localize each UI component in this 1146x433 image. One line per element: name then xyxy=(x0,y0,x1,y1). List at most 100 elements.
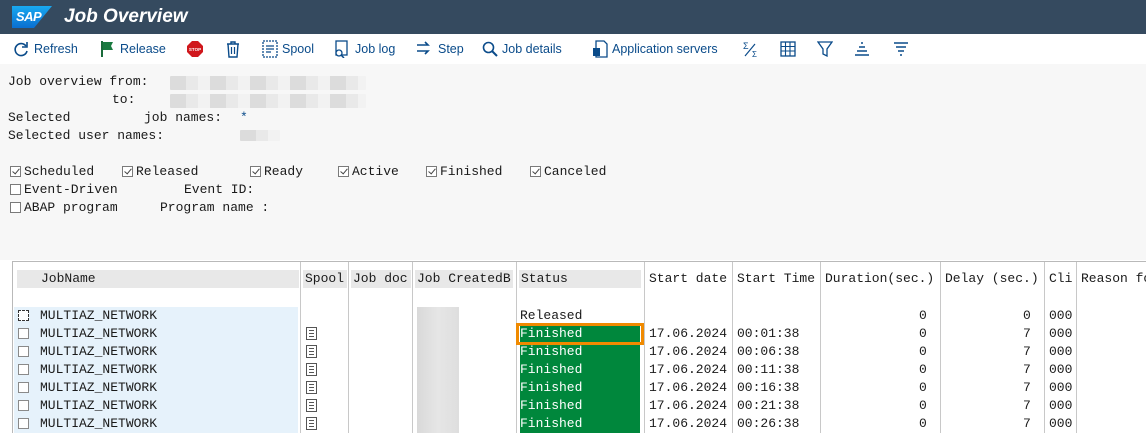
active-checkbox[interactable] xyxy=(338,166,349,177)
stop-icon[interactable]: STOP xyxy=(186,40,204,58)
column-header-start-time[interactable]: Start Time xyxy=(737,270,815,288)
application-toolbar: Refresh Release STOP Spool Job log Step … xyxy=(0,34,1146,65)
start-time-cell: 00:01:38 xyxy=(737,326,800,341)
column-header-status[interactable]: Status xyxy=(521,270,568,288)
column-header-client[interactable]: Cli xyxy=(1049,270,1072,288)
abap-program-label: ABAP program xyxy=(24,200,118,215)
redacted-to-date xyxy=(170,94,366,108)
start-time-cell: 00:26:38 xyxy=(737,416,800,431)
sum-icon[interactable]: ΣΣ xyxy=(741,40,759,58)
abap-program-checkbox[interactable] xyxy=(10,202,21,213)
status-cell[interactable]: Finished xyxy=(520,379,640,397)
selected-user-names-label: Selected user names: xyxy=(8,128,165,143)
job-name-cell[interactable]: MULTIAZ_NETWORK xyxy=(40,307,157,325)
job-list-table: JobName Spool Job doc Job CreatedB Statu… xyxy=(12,261,1146,433)
start-date-cell: 17.06.2024 xyxy=(649,416,728,431)
refresh-button[interactable]: Refresh xyxy=(12,39,78,59)
magnifier-icon xyxy=(482,41,498,57)
job-name-cell[interactable]: MULTIAZ_NETWORK xyxy=(40,343,157,361)
released-label: Released xyxy=(136,164,199,179)
ready-checkbox[interactable] xyxy=(250,166,261,177)
start-date-cell: 17.06.2024 xyxy=(649,344,728,359)
column-header-job-doc[interactable]: Job doc xyxy=(353,270,408,288)
job-name-cell[interactable]: MULTIAZ_NETWORK xyxy=(40,379,157,397)
sort-descending-icon[interactable] xyxy=(892,40,910,58)
refresh-icon xyxy=(14,42,28,57)
spool-list-icon[interactable] xyxy=(306,363,317,376)
client-cell: 000 xyxy=(1049,344,1073,359)
table-row[interactable]: MULTIAZ_NETWORK Finished 17.06.2024 00:0… xyxy=(13,343,1146,361)
client-cell: 000 xyxy=(1049,326,1073,341)
application-servers-button[interactable]: Application servers xyxy=(592,39,718,59)
duration-cell: 0 xyxy=(919,416,927,431)
column-header-start-date[interactable]: Start date xyxy=(649,270,727,288)
client-cell: 000 xyxy=(1049,308,1073,323)
status-cell[interactable]: Finished xyxy=(520,361,640,379)
job-details-button[interactable]: Job details xyxy=(482,39,562,59)
start-time-cell: 00:21:38 xyxy=(737,398,800,413)
delay-cell: 7 xyxy=(1023,416,1031,431)
row-select-checkbox[interactable] xyxy=(18,328,29,339)
table-row[interactable]: MULTIAZ_NETWORK Finished 17.06.2024 00:1… xyxy=(13,361,1146,379)
client-cell: 000 xyxy=(1049,398,1073,413)
redacted-created-by xyxy=(417,415,459,433)
job-name-cell[interactable]: MULTIAZ_NETWORK xyxy=(40,415,157,433)
column-header-jobname[interactable]: JobName xyxy=(41,270,96,288)
status-cell[interactable]: Finished xyxy=(520,415,640,433)
server-doc-icon xyxy=(593,40,608,58)
job-name-cell[interactable]: MULTIAZ_NETWORK xyxy=(40,397,157,415)
redacted-created-by xyxy=(417,361,459,379)
delay-cell: 0 xyxy=(1023,308,1031,323)
row-select-checkbox[interactable] xyxy=(18,346,29,357)
released-checkbox[interactable] xyxy=(122,166,133,177)
delay-cell: 7 xyxy=(1023,380,1031,395)
release-button[interactable]: Release xyxy=(100,39,166,59)
row-select-checkbox[interactable] xyxy=(18,364,29,375)
layout-grid-icon[interactable] xyxy=(779,40,797,58)
duration-cell: 0 xyxy=(919,344,927,359)
row-select-checkbox[interactable] xyxy=(18,310,29,321)
spool-list-icon[interactable] xyxy=(306,327,317,340)
flag-icon xyxy=(101,41,113,57)
event-driven-checkbox[interactable] xyxy=(10,184,21,195)
job-name-cell[interactable]: MULTIAZ_NETWORK xyxy=(40,325,157,343)
spool-button[interactable]: Spool xyxy=(262,39,314,59)
column-header-spool[interactable]: Spool xyxy=(305,270,344,288)
scheduled-checkbox[interactable] xyxy=(10,166,21,177)
duration-cell: 0 xyxy=(919,380,927,395)
canceled-checkbox[interactable] xyxy=(530,166,541,177)
spool-list-icon[interactable] xyxy=(306,399,317,412)
column-header-reason[interactable]: Reason fo xyxy=(1081,270,1146,288)
table-row[interactable]: MULTIAZ_NETWORK Finished 17.06.2024 00:2… xyxy=(13,415,1146,433)
spool-list-icon[interactable] xyxy=(306,381,317,394)
row-select-checkbox[interactable] xyxy=(18,382,29,393)
spool-list-icon[interactable] xyxy=(306,417,317,430)
job-name-cell[interactable]: MULTIAZ_NETWORK xyxy=(40,361,157,379)
delete-icon[interactable] xyxy=(224,40,242,58)
column-header-delay[interactable]: Delay (sec.) xyxy=(945,270,1039,288)
start-time-cell: 00:16:38 xyxy=(737,380,800,395)
column-header-duration[interactable]: Duration(sec.) xyxy=(825,270,934,288)
sort-ascending-icon[interactable] xyxy=(853,40,871,58)
start-time-cell: 00:11:38 xyxy=(737,362,800,377)
filter-icon[interactable] xyxy=(816,40,834,58)
job-names-label: job names: xyxy=(144,110,223,125)
job-log-button[interactable]: Job log xyxy=(333,39,395,59)
table-row[interactable]: MULTIAZ_NETWORK Finished 17.06.2024 00:2… xyxy=(13,397,1146,415)
status-cell[interactable]: Finished xyxy=(520,397,640,415)
row-select-checkbox[interactable] xyxy=(18,418,29,429)
ready-label: Ready xyxy=(264,164,304,179)
finished-checkbox[interactable] xyxy=(426,166,437,177)
client-cell: 000 xyxy=(1049,416,1073,431)
delay-cell: 7 xyxy=(1023,362,1031,377)
start-date-cell: 17.06.2024 xyxy=(649,326,728,341)
job-log-icon xyxy=(335,40,348,58)
column-header-job-createdby[interactable]: Job CreatedB xyxy=(417,270,511,288)
table-row[interactable]: MULTIAZ_NETWORK Finished 17.06.2024 00:1… xyxy=(13,379,1146,397)
redacted-created-by xyxy=(417,397,459,415)
row-select-checkbox[interactable] xyxy=(18,400,29,411)
spool-icon xyxy=(262,40,278,58)
spool-list-icon[interactable] xyxy=(306,345,317,358)
status-cell[interactable]: Finished xyxy=(520,343,640,361)
step-button[interactable]: Step xyxy=(416,39,464,59)
